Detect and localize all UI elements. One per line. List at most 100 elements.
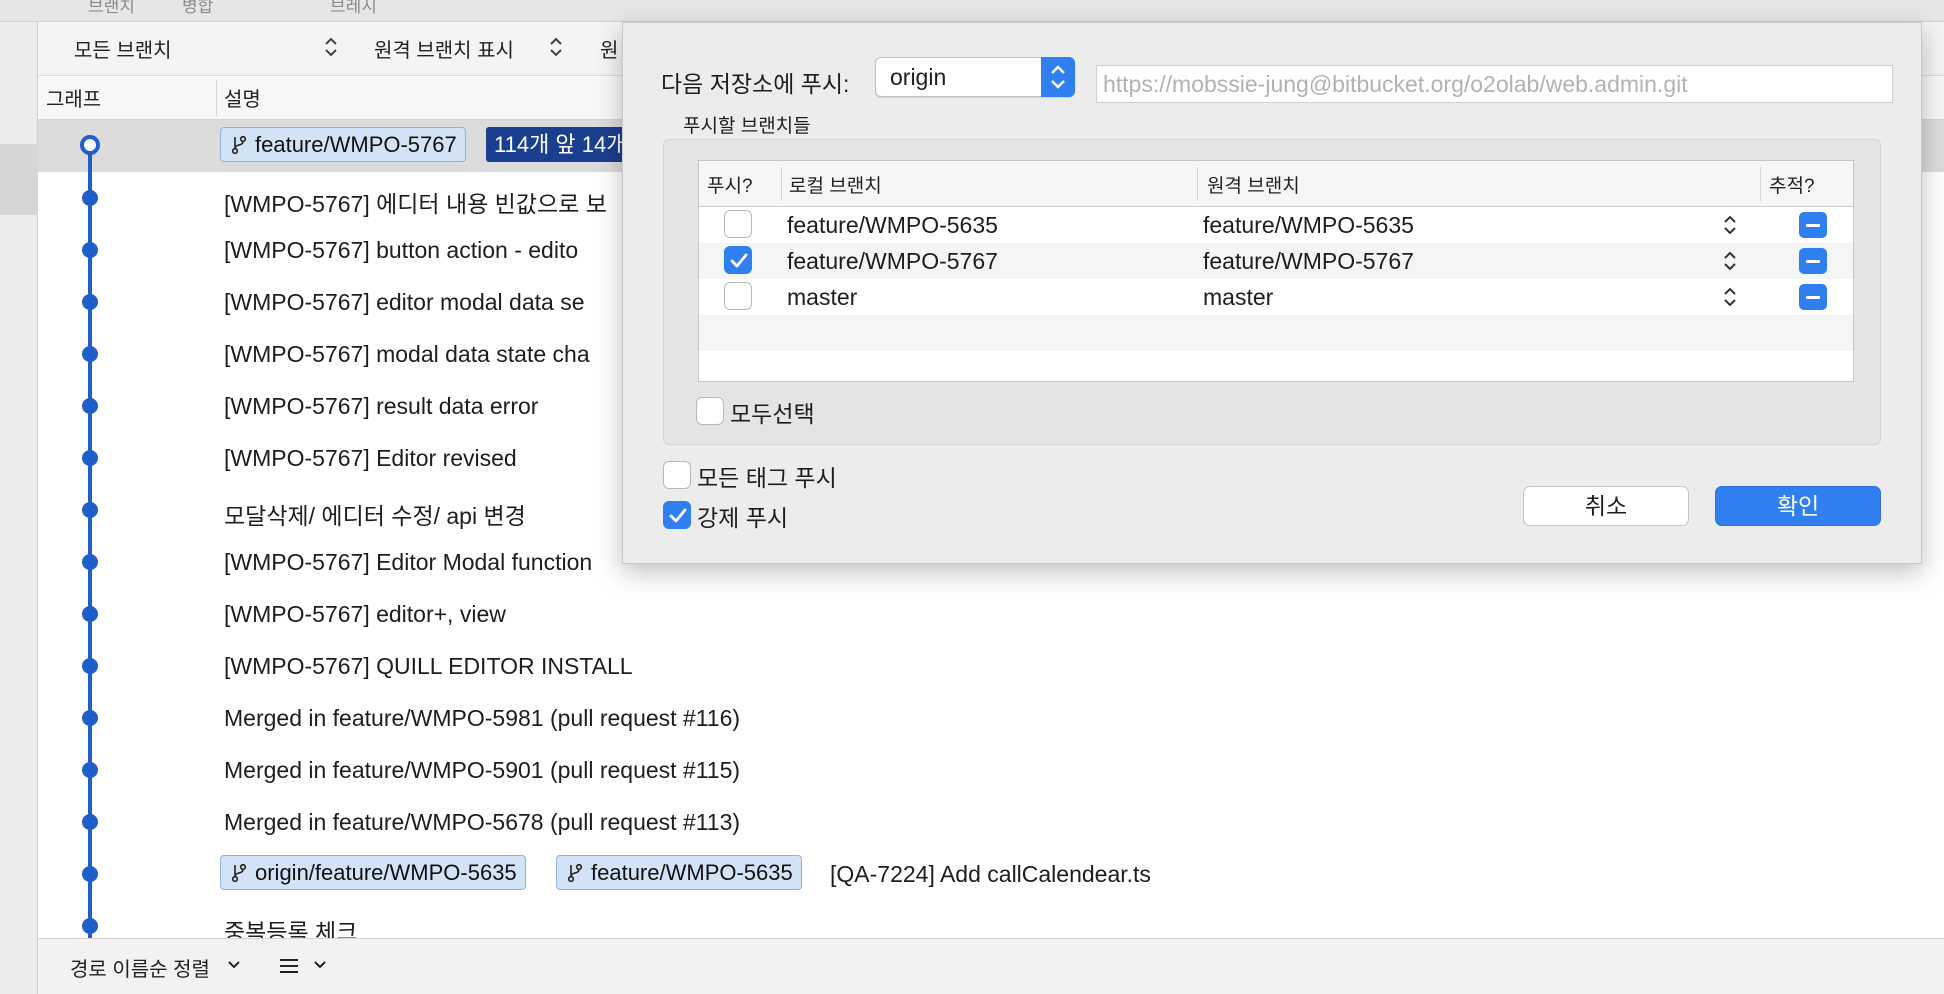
graph-column-header[interactable]: 그래프: [46, 83, 101, 112]
commit-message: 모달삭제/ 에디터 수정/ api 변경: [224, 503, 526, 529]
popup-stepper[interactable]: [1041, 57, 1075, 97]
commit-message: [WMPO-5767] button action - edito: [224, 237, 579, 263]
ahead-behind-badge: 114개 앞 14개: [486, 127, 635, 162]
branch-row[interactable]: master master: [699, 279, 1853, 315]
sidebar-selection: [0, 144, 38, 215]
remote-branch-name[interactable]: feature/WMPO-5767: [1203, 248, 1414, 275]
commit-message: Merged in feature/WMPO-5901 (pull reques…: [224, 757, 741, 783]
remote-branch-name[interactable]: master: [1203, 284, 1273, 311]
column-separator: [781, 167, 782, 201]
branch-filter-select[interactable]: 모든 브랜치: [74, 34, 172, 63]
updown-chevron-icon[interactable]: [1723, 248, 1737, 274]
graph-node: [82, 658, 98, 674]
push-checkbox[interactable]: [724, 210, 752, 238]
branch-icon: [231, 863, 247, 883]
graph-node: [82, 554, 98, 570]
chevron-down-icon[interactable]: [314, 961, 326, 969]
local-branch-column-header[interactable]: 로컬 브랜치: [789, 171, 882, 198]
top-tab-label: 병합: [182, 0, 214, 16]
branches-group: 푸시? 로컬 브랜치 원격 브랜치 추적? feature/WMPO-5635 …: [663, 139, 1881, 445]
graph-node: [82, 918, 98, 934]
sort-by-path-dropdown[interactable]: 경로 이름순 정렬: [70, 953, 210, 982]
push-column-header[interactable]: 푸시?: [707, 171, 753, 198]
track-checkbox[interactable]: [1799, 248, 1827, 274]
local-branch-name: feature/WMPO-5635: [787, 212, 998, 238]
commit-row[interactable]: origin/feature/WMPO-5635 feature/WMPO-56…: [38, 848, 1944, 900]
branch-row[interactable]: feature/WMPO-5767 feature/WMPO-5767: [699, 243, 1853, 279]
force-push-label: 강제 푸시: [697, 505, 789, 531]
window-top-strip: 브랜치 병합 브레시: [0, 0, 1944, 22]
commit-message: [WMPO-5767] editor modal data se: [224, 289, 585, 315]
column-separator: [1197, 167, 1198, 201]
local-branch-name: feature/WMPO-5767: [787, 248, 998, 274]
graph-node: [82, 606, 98, 622]
commit-message: [WMPO-5767] Editor revised: [224, 445, 517, 471]
track-checkbox[interactable]: [1799, 212, 1827, 238]
table-header: 푸시? 로컬 브랜치 원격 브랜치 추적?: [699, 161, 1853, 207]
commit-message: Merged in feature/WMPO-5678 (pull reques…: [224, 809, 741, 835]
branch-row[interactable]: feature/WMPO-5635 feature/WMPO-5635: [699, 207, 1853, 243]
select-all-label: 모두선택: [730, 401, 815, 427]
remote-display-select[interactable]: 원격 브랜치 표시: [374, 34, 514, 63]
column-separator: [1760, 167, 1761, 201]
branch-badge[interactable]: origin/feature/WMPO-5635: [220, 855, 526, 890]
graph-node: [82, 502, 98, 518]
updown-chevron-icon[interactable]: [1723, 284, 1737, 310]
ok-button[interactable]: 확인: [1715, 486, 1881, 526]
push-to-label: 다음 저장소에 푸시:: [661, 71, 850, 97]
branch-badge[interactable]: feature/WMPO-5635: [556, 855, 802, 890]
commit-row[interactable]: 중복등록 체크: [38, 900, 1944, 938]
commit-message: 중복등록 체크: [224, 919, 358, 938]
commit-row[interactable]: Merged in feature/WMPO-5678 (pull reques…: [38, 796, 1944, 848]
commit-row[interactable]: Merged in feature/WMPO-5901 (pull reques…: [38, 744, 1944, 796]
graph-node: [82, 866, 98, 882]
force-push-checkbox[interactable]: [663, 501, 691, 529]
select-all-checkbox[interactable]: [696, 397, 724, 425]
track-checkbox[interactable]: [1799, 284, 1827, 310]
updown-chevron-icon[interactable]: [549, 34, 563, 60]
graph-node: [82, 346, 98, 362]
push-checkbox[interactable]: [724, 282, 752, 310]
commit-message: [WMPO-5767] modal data state cha: [224, 341, 590, 367]
commit-message: [WMPO-5767] editor+, view: [224, 601, 506, 627]
branch-badge-label: origin/feature/WMPO-5635: [255, 860, 517, 885]
cancel-button[interactable]: 취소: [1523, 486, 1689, 526]
push-all-tags-checkbox[interactable]: [663, 461, 691, 489]
top-tab-label: 브레시: [330, 0, 377, 16]
commit-row[interactable]: [WMPO-5767] QUILL EDITOR INSTALL: [38, 640, 1944, 692]
graph-node: [82, 398, 98, 414]
remote-select[interactable]: origin: [875, 57, 1075, 97]
push-checkbox[interactable]: [724, 246, 752, 274]
commit-message: [WMPO-5767] 에디터 내용 빈값으로 보: [224, 191, 607, 217]
chevron-down-icon[interactable]: [228, 961, 240, 969]
branch-badge-label: feature/WMPO-5635: [591, 860, 793, 885]
graph-node: [82, 762, 98, 778]
local-branch-name: master: [787, 284, 858, 310]
branch-icon: [567, 863, 583, 883]
commit-row[interactable]: [WMPO-5767] editor+, view: [38, 588, 1944, 640]
column-separator[interactable]: [216, 80, 217, 116]
remote-select-value: origin: [890, 64, 947, 90]
commit-message: Merged in feature/WMPO-5981 (pull reques…: [224, 705, 741, 731]
push-dialog: 다음 저장소에 푸시: origin https://mobssie-jung@…: [622, 22, 1922, 564]
graph-node: [82, 710, 98, 726]
commit-row[interactable]: Merged in feature/WMPO-5981 (pull reques…: [38, 692, 1944, 744]
checkmark-icon: [730, 253, 748, 268]
track-column-header[interactable]: 추적?: [1769, 171, 1815, 198]
updown-chevron-icon: [1051, 65, 1065, 89]
updown-chevron-icon[interactable]: [324, 34, 338, 60]
top-tab-label: 브랜치: [88, 0, 135, 16]
branches-section-label: 푸시할 브랜치들: [683, 116, 811, 137]
branches-table: 푸시? 로컬 브랜치 원격 브랜치 추적? feature/WMPO-5635 …: [698, 160, 1854, 382]
graph-head-node: [80, 135, 100, 155]
sort-select[interactable]: 원: [600, 34, 618, 63]
list-view-icon[interactable]: [278, 956, 300, 976]
description-column-header[interactable]: 설명: [224, 83, 261, 112]
remote-branch-column-header[interactable]: 원격 브랜치: [1207, 171, 1300, 198]
updown-chevron-icon[interactable]: [1723, 212, 1737, 238]
remote-branch-name[interactable]: feature/WMPO-5635: [1203, 212, 1414, 239]
graph-node: [82, 190, 98, 206]
branch-badge[interactable]: feature/WMPO-5767: [220, 127, 466, 162]
commit-message: [WMPO-5767] Editor Modal function: [224, 549, 593, 575]
graph-node: [82, 450, 98, 466]
